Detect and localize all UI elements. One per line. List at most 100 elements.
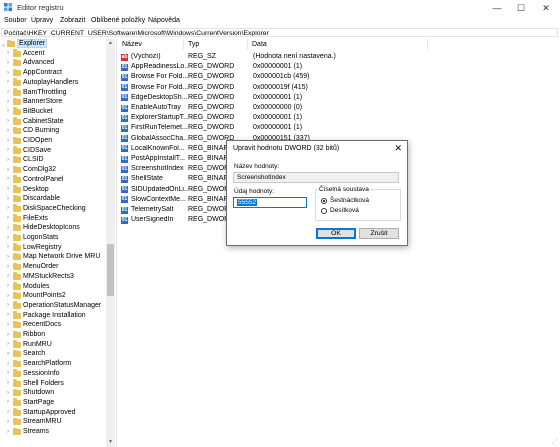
expand-arrow-icon[interactable]: › bbox=[7, 429, 9, 435]
menu-soubor[interactable]: Soubor bbox=[4, 17, 27, 24]
expand-arrow-icon[interactable]: › bbox=[7, 138, 9, 144]
value-data-input[interactable]: 55552 bbox=[233, 197, 307, 208]
value-row[interactable]: ab (Výchozí) REG_SZ (Hodnota není nastavena… bbox=[118, 52, 560, 62]
expand-arrow-icon[interactable]: › bbox=[7, 293, 9, 299]
tree-item[interactable]: › Shutdown bbox=[0, 388, 106, 399]
maximize-button[interactable]: ☐ bbox=[509, 0, 533, 16]
value-row[interactable]: 01 Browse For Fold... REG_DWORD 0x000001cb … bbox=[118, 72, 560, 82]
tree-item[interactable]: › Advanced bbox=[0, 58, 106, 69]
expand-arrow-icon[interactable]: › bbox=[7, 89, 9, 95]
tree-item[interactable]: › Map Network Drive MRU bbox=[0, 252, 106, 263]
tree-item[interactable]: › FileExts bbox=[0, 214, 106, 224]
expand-arrow-icon[interactable]: › bbox=[7, 186, 9, 192]
tree-item[interactable]: › StartPage bbox=[0, 398, 106, 408]
scroll-down-arrow-icon[interactable]: ▼ bbox=[106, 439, 115, 445]
expand-arrow-icon[interactable]: › bbox=[7, 361, 9, 367]
value-name-field[interactable]: ScreenshotIndex bbox=[233, 172, 399, 183]
value-row[interactable]: 01 ExplorerStartupT... REG_DWORD 0x00000001… bbox=[118, 113, 560, 123]
hex-radio[interactable] bbox=[321, 198, 327, 204]
tree-item[interactable]: › SearchPlatform bbox=[0, 359, 106, 370]
expand-arrow-icon[interactable]: › bbox=[7, 60, 9, 66]
expand-arrow-icon[interactable]: › bbox=[7, 341, 9, 347]
tree-item[interactable]: › SessionInfo bbox=[0, 369, 106, 379]
tree-item[interactable]: › DiskSpaceChecking bbox=[0, 204, 106, 214]
tree-item[interactable]: › Desktop bbox=[0, 185, 106, 195]
expand-arrow-icon[interactable]: › bbox=[7, 205, 9, 211]
expand-arrow-icon[interactable]: › bbox=[7, 176, 9, 182]
decimal-radio-label[interactable]: Desítková bbox=[330, 207, 359, 214]
column-header-name[interactable]: Název bbox=[118, 39, 184, 50]
expand-arrow-icon[interactable]: › bbox=[7, 264, 9, 270]
decimal-radio[interactable] bbox=[321, 208, 327, 214]
tree-item[interactable]: › CIDOpen bbox=[0, 136, 106, 147]
column-header-data[interactable]: Data bbox=[248, 39, 428, 50]
hex-radio-label[interactable]: Šestnáctková bbox=[330, 197, 369, 204]
tree-item[interactable]: › Shell Folders bbox=[0, 379, 106, 389]
expand-arrow-icon[interactable]: › bbox=[7, 79, 9, 85]
tree-item[interactable]: › Search bbox=[0, 349, 106, 360]
tree-item[interactable]: › MenuOrder bbox=[0, 262, 106, 273]
tree-item[interactable]: › LogonStats bbox=[0, 233, 106, 244]
tree-item[interactable]: › Discardable bbox=[0, 194, 106, 205]
tree-item[interactable]: › MMStuckRects3 bbox=[0, 272, 106, 282]
expand-arrow-icon[interactable]: › bbox=[7, 99, 9, 105]
expand-arrow-icon[interactable]: › bbox=[7, 70, 9, 76]
tree-item[interactable]: › CD Burning bbox=[0, 126, 106, 137]
tree-item[interactable]: › ControlPanel bbox=[0, 175, 106, 185]
tree-item[interactable]: › CLSID bbox=[0, 155, 106, 166]
tree-item[interactable]: › OperationStatusManager bbox=[0, 301, 106, 311]
menu-upravy[interactable]: Úpravy bbox=[31, 17, 53, 24]
expand-arrow-icon[interactable]: › bbox=[7, 409, 9, 415]
expand-arrow-icon[interactable]: › bbox=[7, 50, 9, 56]
tree-item[interactable]: › CIDSave bbox=[0, 146, 106, 156]
expand-arrow-icon[interactable]: › bbox=[7, 283, 9, 289]
tree-item[interactable]: › CabinetState bbox=[0, 117, 106, 127]
tree-scrollbar[interactable]: ▲ ▼ bbox=[106, 39, 115, 447]
tree-item[interactable]: › ComDlg32 bbox=[0, 165, 106, 176]
expand-arrow-icon[interactable]: › bbox=[7, 254, 9, 260]
value-row[interactable]: 01 FirstRunTelemet... REG_DWORD 0x00000001 … bbox=[118, 123, 560, 133]
tree-item[interactable]: › Streams bbox=[0, 427, 106, 438]
expanded-arrow-icon[interactable]: ⌄ bbox=[1, 41, 6, 48]
expand-arrow-icon[interactable]: › bbox=[7, 312, 9, 318]
value-row[interactable]: 01 AppReadinessLo... REG_DWORD 0x00000001 (… bbox=[118, 62, 560, 72]
tree-item[interactable]: › MountPoints2 bbox=[0, 291, 106, 302]
resize-grip-icon[interactable]: ⋰ bbox=[552, 438, 558, 445]
expand-arrow-icon[interactable]: › bbox=[7, 419, 9, 425]
expand-arrow-icon[interactable]: › bbox=[7, 390, 9, 396]
expand-arrow-icon[interactable]: › bbox=[7, 157, 9, 163]
expand-arrow-icon[interactable]: › bbox=[7, 380, 9, 386]
tree-item[interactable]: › LowRegistry bbox=[0, 243, 106, 253]
expand-arrow-icon[interactable]: › bbox=[7, 399, 9, 405]
tree-item[interactable]: › RunMRU bbox=[0, 340, 106, 350]
expand-arrow-icon[interactable]: › bbox=[7, 332, 9, 338]
expand-arrow-icon[interactable]: › bbox=[7, 215, 9, 221]
tree-item[interactable]: › Package Installation bbox=[0, 311, 106, 321]
tree-item[interactable]: › Accent bbox=[0, 49, 106, 59]
address-bar[interactable]: Počítač\HKEY_CURRENT_USER\Software\Micro… bbox=[1, 28, 558, 37]
dialog-close-icon[interactable]: ✕ bbox=[394, 143, 402, 154]
expand-arrow-icon[interactable]: › bbox=[7, 147, 9, 153]
tree-item[interactable]: ⌄ Explorer bbox=[0, 39, 106, 50]
expand-arrow-icon[interactable]: › bbox=[7, 322, 9, 328]
scroll-up-arrow-icon[interactable]: ▲ bbox=[106, 40, 115, 46]
tree-item[interactable]: › StartupApproved bbox=[0, 408, 106, 418]
tree-item[interactable]: › HideDesktopIcons bbox=[0, 223, 106, 234]
expand-arrow-icon[interactable]: › bbox=[7, 235, 9, 241]
menu-oblibene[interactable]: Oblíbené položky bbox=[91, 17, 145, 24]
tree-item[interactable]: › RecentDocs bbox=[0, 320, 106, 331]
ok-button[interactable]: OK bbox=[316, 228, 356, 239]
tree-item[interactable]: › BamThrottling bbox=[0, 88, 106, 98]
tree-item[interactable]: › BannerStore bbox=[0, 97, 106, 108]
tree-item[interactable]: › Ribbon bbox=[0, 330, 106, 341]
expand-arrow-icon[interactable]: › bbox=[7, 351, 9, 357]
scrollbar-thumb[interactable] bbox=[107, 244, 114, 296]
value-row[interactable]: 01 EdgeDesktopSh... REG_DWORD 0x00000001 (1… bbox=[118, 93, 560, 103]
tree-item[interactable]: › AppContract bbox=[0, 68, 106, 79]
value-row[interactable]: 01 EnableAutoTray REG_DWORD 0x00000000 (0) bbox=[118, 103, 560, 113]
expand-arrow-icon[interactable]: › bbox=[7, 196, 9, 202]
minimize-button[interactable]: — bbox=[485, 0, 509, 16]
expand-arrow-icon[interactable]: › bbox=[7, 244, 9, 250]
expand-arrow-icon[interactable]: › bbox=[7, 118, 9, 124]
tree-item[interactable]: › Modules bbox=[0, 282, 106, 292]
